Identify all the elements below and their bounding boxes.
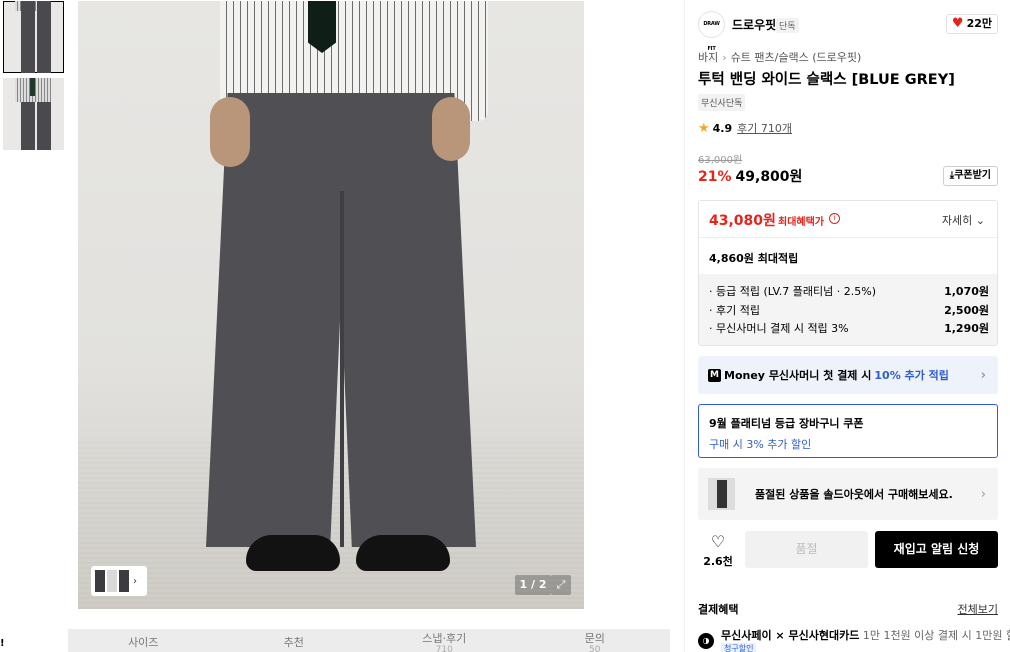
card-badge: 청구할인	[721, 643, 757, 652]
coupon-subtitle: 구매 시 3% 추가 할인	[709, 438, 812, 451]
max-benefit-header[interactable]: 43,080원 최대혜택가 i 자세히 ⌄	[699, 201, 997, 238]
tab-recommend[interactable]: 추천	[219, 629, 370, 652]
payment-benefit-row[interactable]: ◑ 무신사페이 × 무신사현대카드 1만 1천원 이상 결제 시 1만원 할인 …	[698, 627, 1010, 652]
chevron-down-icon: ⌄	[975, 214, 985, 227]
tab-size[interactable]: 사이즈	[68, 629, 219, 652]
max-benefit-label: 최대혜택가	[778, 217, 824, 228]
brand-like-count: 22만	[966, 17, 992, 30]
expand-icon[interactable]: ⤢	[551, 575, 571, 595]
chevron-right-icon: ›	[722, 51, 727, 64]
point-row: · 등급 적립 (LV.7 플래티넘 · 2.5%) 1,070원	[709, 285, 989, 298]
product-title: 투턱 밴딩 와이드 슬랙스 [BLUE GREY]	[698, 72, 955, 88]
wishlist-count: 2.6천	[703, 555, 733, 568]
thumbnail-2[interactable]	[3, 78, 64, 150]
money-icon: M	[708, 368, 721, 382]
max-benefit-box: 43,080원 최대혜택가 i 자세히 ⌄ 4,860원 최대적립 · 등급 적…	[698, 200, 998, 346]
soldout-button: 품절	[745, 531, 868, 568]
tab-snap-review[interactable]: 스냅·후기 710	[369, 629, 520, 652]
product-main-image[interactable]: › 1 / 2 ⤢	[78, 1, 584, 609]
exclusive-badge: 무신사단독	[698, 94, 746, 111]
thumbnail-1[interactable]	[3, 1, 64, 73]
musinsa-money-banner[interactable]: M Money 무신사머니 첫 결제 시 10% 추가 적립 ›	[698, 356, 998, 394]
breadcrumb-item[interactable]: 슈트 팬츠/슬랙스 (드로우핏)	[731, 51, 862, 64]
sale-price: 49,800원	[735, 169, 803, 185]
card-name: 무신사페이 × 무신사현대카드	[721, 629, 860, 642]
chevron-right-icon: ›	[980, 367, 986, 383]
rating-value: 4.9	[712, 121, 733, 135]
points-list: · 등급 적립 (LV.7 플래티넘 · 2.5%) 1,070원 · 후기 적…	[699, 274, 997, 345]
detail-toggle[interactable]: 자세히 ⌄	[942, 212, 985, 228]
point-row: · 후기 적립 2,500원	[709, 303, 989, 317]
brand-like-button[interactable]: ♥ 22만	[945, 14, 998, 34]
soldout-product-thumbnail	[708, 478, 735, 510]
see-all-link[interactable]: 전체보기	[958, 601, 998, 617]
chevron-right-icon: ›	[980, 486, 986, 502]
discount-rate: 21%	[698, 169, 732, 185]
detail-tab-bar: 사이즈 추천 스냅·후기 710 문의 50	[68, 629, 670, 652]
restock-alert-button[interactable]: 재입고 알림 신청	[875, 531, 998, 568]
panel-divider	[684, 0, 685, 652]
breadcrumb-item[interactable]: 바지	[698, 51, 718, 64]
payment-benefit-header: 결제혜택 전체보기	[698, 601, 998, 617]
brand-row: DRAW FIT 드로우핏 단독 ♥ 22만	[698, 11, 998, 52]
heart-outline-icon: ♡	[710, 532, 726, 551]
rating-row: ★ 4.9 후기 710개	[698, 120, 792, 136]
grade-coupon-box[interactable]: 9월 플래티넘 등급 장바구니 쿠폰 구매 시 3% 추가 할인	[698, 404, 998, 458]
review-link[interactable]: 후기 710개	[737, 120, 792, 136]
card-icon: ◑	[698, 633, 714, 649]
tab-inquiry[interactable]: 문의 50	[520, 629, 671, 652]
chevron-right-icon: ›	[133, 575, 137, 587]
star-icon: ★	[698, 120, 710, 136]
payment-benefit-title: 결제혜택	[698, 603, 739, 616]
brand-exclusive-tag: 단독	[776, 18, 799, 33]
point-row: · 무신사머니 결제 시 적립 3% 1,290원	[709, 322, 989, 335]
image-preview-strip[interactable]: ›	[91, 566, 147, 596]
brand-name[interactable]: 드로우핏	[732, 16, 776, 33]
soldout-banner[interactable]: 품절된 상품을 솔드아웃에서 구매해보세요. ›	[698, 468, 998, 520]
coupon-button[interactable]: ⤓쿠폰받기	[942, 166, 998, 186]
brand-logo[interactable]: DRAW FIT	[698, 11, 725, 52]
heart-icon: ♥	[951, 16, 964, 31]
breadcrumb: 바지 › 슈트 팬츠/슬랙스 (드로우핏)	[698, 49, 861, 65]
coupon-title: 9월 플래티넘 등급 장바구니 쿠폰	[709, 417, 864, 430]
original-price: 63,000원	[698, 155, 743, 166]
wishlist-button[interactable]: ♡ 2.6천	[698, 533, 738, 569]
points-title: 4,860원 최대적립	[709, 252, 799, 265]
card-description: 1만 1천원 이상 결제 시 1만원 할인	[862, 629, 1010, 642]
thumbnail-list	[3, 1, 64, 155]
max-benefit-price: 43,080원	[709, 213, 776, 229]
edge-mark: !	[0, 638, 5, 649]
info-icon[interactable]: i	[829, 213, 840, 224]
image-counter: 1 / 2	[515, 575, 551, 595]
price-row: 21% 49,800원	[698, 166, 802, 186]
